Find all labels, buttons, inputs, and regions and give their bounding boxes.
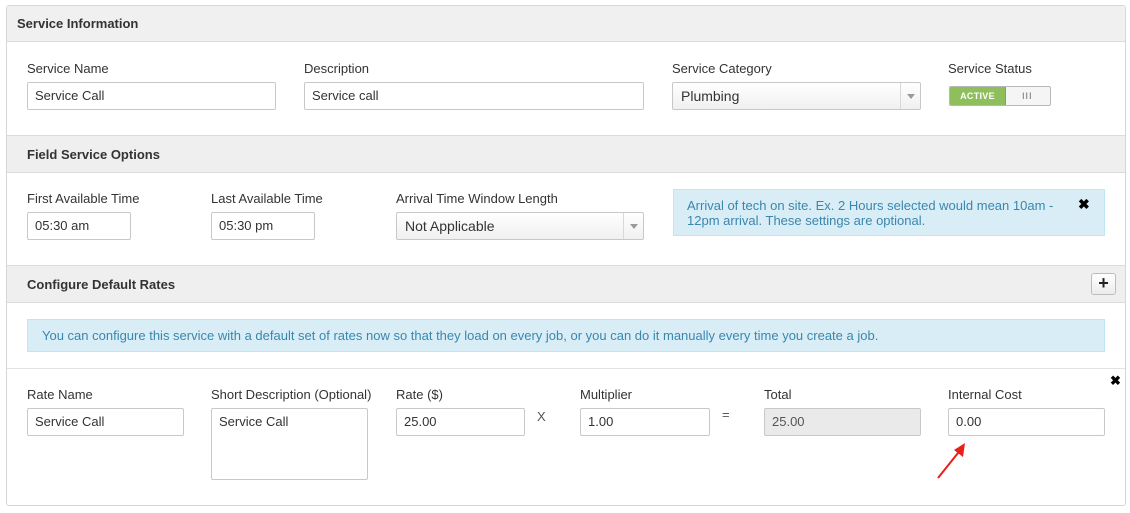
description-input[interactable]: Service call <box>304 82 644 110</box>
total-label: Total <box>764 387 792 402</box>
remove-rate-icon[interactable]: ✖ <box>1110 373 1121 389</box>
total-readonly-field: 25.00 <box>764 408 921 436</box>
multiplier-input[interactable]: 1.00 <box>580 408 710 436</box>
internal-cost-input[interactable]: 0.00 <box>948 408 1105 436</box>
chevron-down-icon <box>623 213 643 239</box>
first-available-time-label: First Available Time <box>27 191 140 206</box>
rate-name-input[interactable]: Service Call <box>27 408 184 436</box>
multiplier-label: Multiplier <box>580 387 633 402</box>
arrival-info-text: Arrival of tech on site. Ex. 2 Hours sel… <box>687 198 1054 228</box>
arrival-window-select[interactable]: Not Applicable <box>396 212 644 240</box>
service-name-label: Service Name <box>27 61 109 76</box>
internal-cost-label: Internal Cost <box>948 387 1022 402</box>
last-available-time-input[interactable]: 05:30 pm <box>211 212 315 240</box>
rate-input[interactable]: 25.00 <box>396 408 525 436</box>
rate-row-divider <box>7 368 1125 369</box>
service-category-value: Plumbing <box>681 88 740 104</box>
close-icon[interactable]: ✖ <box>1078 196 1090 213</box>
rate-name-label: Rate Name <box>27 387 93 402</box>
rates-info-text: You can configure this service with a de… <box>42 328 879 343</box>
last-available-time-label: Last Available Time <box>211 191 323 206</box>
first-available-time-input[interactable]: 05:30 am <box>27 212 131 240</box>
toggle-grip-icon: III <box>1022 91 1033 101</box>
annotation-arrow-icon <box>937 443 965 479</box>
section-heading-field-service-options: Field Service Options <box>7 135 1125 173</box>
arrival-info-alert: Arrival of tech on site. Ex. 2 Hours sel… <box>673 189 1105 236</box>
service-status-label: Service Status <box>948 61 1032 76</box>
rate-label: Rate ($) <box>396 387 443 402</box>
service-category-select[interactable]: Plumbing <box>672 82 921 110</box>
service-category-label: Service Category <box>672 61 772 76</box>
short-description-textarea[interactable]: Service Call <box>211 408 368 480</box>
service-name-input[interactable]: Service Call <box>27 82 276 110</box>
equals-symbol: = <box>722 407 730 422</box>
service-status-toggle[interactable]: ACTIVE III <box>949 86 1051 106</box>
chevron-down-icon <box>900 83 920 109</box>
short-description-label: Short Description (Optional) <box>211 387 372 402</box>
arrival-window-label: Arrival Time Window Length <box>396 191 558 206</box>
status-active-label: ACTIVE <box>950 87 1006 105</box>
section-heading-default-rates: Configure Default Rates <box>7 265 1125 303</box>
rates-info-alert: You can configure this service with a de… <box>27 319 1105 352</box>
multiply-symbol: X <box>537 409 546 424</box>
section-heading-service-information: Service Information <box>7 6 1125 42</box>
description-label: Description <box>304 61 370 76</box>
arrival-window-value: Not Applicable <box>405 218 495 234</box>
add-rate-button[interactable]: + <box>1091 273 1116 295</box>
